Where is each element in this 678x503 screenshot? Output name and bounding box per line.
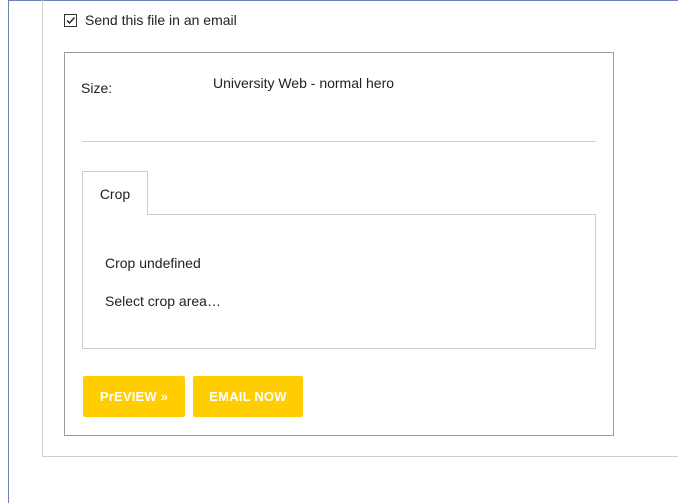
- divider: [82, 141, 596, 142]
- preview-button[interactable]: PrEVIEW »: [83, 376, 185, 417]
- send-email-label: Send this file in an email: [85, 12, 237, 28]
- size-label: Size:: [81, 80, 113, 96]
- tab-crop-label: Crop: [99, 185, 131, 202]
- tab-crop[interactable]: Crop: [82, 171, 148, 215]
- size-value: University Web - normal hero: [213, 75, 395, 91]
- send-email-checkbox[interactable]: [64, 13, 77, 27]
- checkmark-icon: [66, 16, 76, 24]
- crop-tab-panel: [82, 214, 596, 349]
- crop-status-text: Crop undefined: [105, 255, 201, 271]
- send-email-option[interactable]: Send this file in an email: [64, 10, 237, 30]
- window-frame-left: [8, 0, 9, 503]
- email-now-button[interactable]: EMAIL NOW: [193, 376, 303, 417]
- select-crop-area-link[interactable]: Select crop area…: [105, 293, 221, 309]
